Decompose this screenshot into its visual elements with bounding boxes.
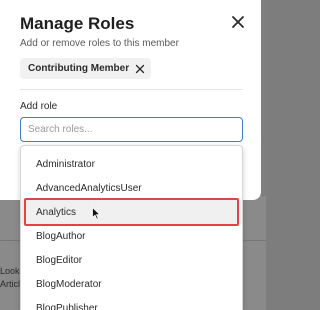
close-icon[interactable]	[229, 13, 247, 31]
role-option-blogmoderator[interactable]: BlogModerator	[21, 272, 242, 296]
roles-dropdown-list: Administrator AdvancedAnalyticsUser Anal…	[20, 145, 243, 310]
search-roles-input[interactable]	[20, 117, 243, 142]
role-chip-label: Contributing Member	[28, 63, 130, 74]
role-option-administrator[interactable]: Administrator	[21, 152, 242, 176]
role-option-advancedanalyticsuser[interactable]: AdvancedAnalyticsUser	[21, 176, 242, 200]
divider	[20, 89, 243, 90]
dialog-title: Manage Roles	[20, 14, 135, 33]
role-chip: Contributing Member	[20, 58, 152, 79]
role-option-blogpublisher[interactable]: BlogPublisher	[21, 296, 242, 310]
role-option-blogauthor[interactable]: BlogAuthor	[21, 224, 242, 248]
role-option-blogeditor[interactable]: BlogEditor	[21, 248, 242, 272]
background-text-fragment: Look	[0, 266, 20, 276]
add-role-label: Add role	[20, 101, 58, 112]
background-text-fragment: Articl	[0, 279, 20, 289]
role-option-analytics[interactable]: Analytics	[21, 200, 242, 224]
x-icon[interactable]	[135, 64, 145, 74]
dialog-subtitle: Add or remove roles to this member	[20, 38, 179, 49]
